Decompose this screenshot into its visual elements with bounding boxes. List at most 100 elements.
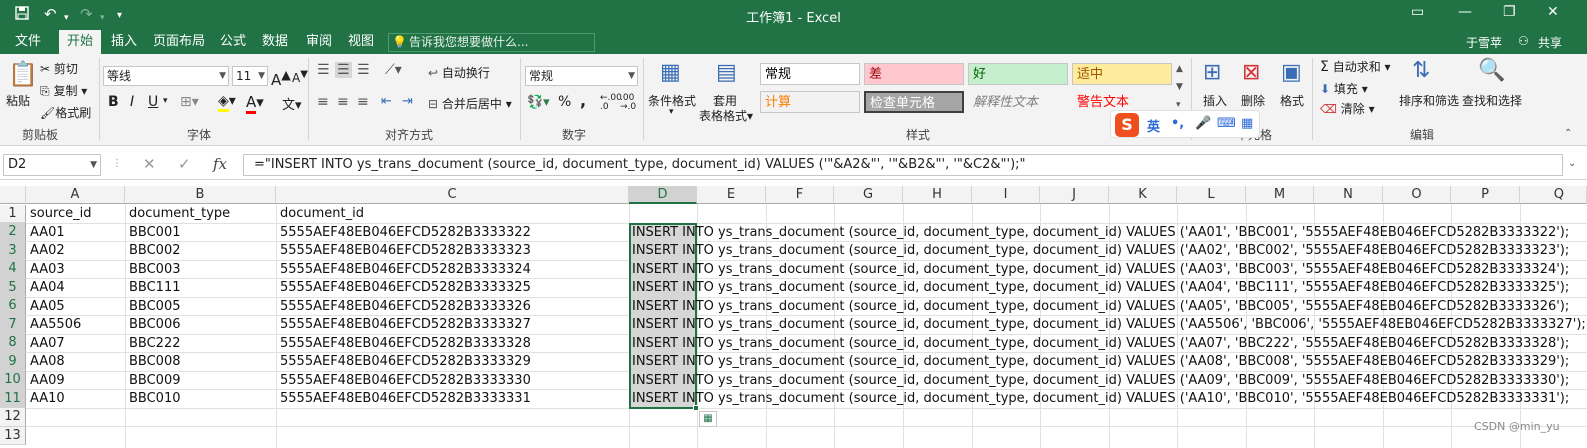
cell-a2[interactable]: AA01	[27, 224, 65, 242]
formula-input[interactable]: ="INSERT INTO ys_trans_document (source_…	[243, 154, 1563, 176]
ime-language-toggle[interactable]: 英	[1147, 116, 1160, 135]
cell-d10[interactable]: INSERT INTO ys_trans_document (source_id…	[632, 372, 1569, 390]
align-bottom-icon[interactable]: ☰	[357, 62, 370, 78]
tab-data[interactable]: 数据	[254, 30, 296, 54]
table-format-icon[interactable]: ▤	[716, 60, 737, 85]
row-header[interactable]: 5	[0, 278, 26, 297]
fill-color-icon[interactable]: ◈▾	[218, 93, 236, 112]
cell-c1[interactable]: document_id	[277, 205, 364, 223]
cancel-icon[interactable]: ✕	[143, 155, 156, 173]
save-icon[interactable]	[14, 5, 30, 25]
cell-d11[interactable]: INSERT INTO ys_trans_document (source_id…	[632, 390, 1569, 408]
column-header-q[interactable]: Q	[1520, 186, 1587, 204]
shrink-font-button[interactable]: A▼	[292, 69, 308, 85]
cell-b5[interactable]: BBC111	[126, 279, 181, 297]
cell-c4[interactable]: 5555AEF48EB046EFCD5282B3333324	[277, 261, 531, 279]
keyboard-icon[interactable]: ⌨	[1217, 116, 1236, 131]
sort-filter-icon[interactable]: ⇅	[1412, 58, 1430, 83]
cell-b4[interactable]: BBC003	[126, 261, 181, 279]
quick-analysis-icon[interactable]: ▦	[699, 411, 717, 427]
bold-button[interactable]: B	[108, 94, 119, 110]
column-header-g[interactable]: G	[834, 186, 903, 204]
merge-center-button[interactable]: ⊟ 合并后居中 ▾	[428, 95, 512, 112]
cell-c3[interactable]: 5555AEF48EB046EFCD5282B3333323	[277, 242, 531, 260]
font-size-select[interactable]: 11 ▼	[232, 66, 268, 86]
sort-filter-button[interactable]: 排序和筛选	[1399, 92, 1459, 109]
user-name[interactable]: 于雪苹	[1466, 34, 1502, 51]
format-cells-icon[interactable]: ▣	[1281, 60, 1302, 85]
cell-c5[interactable]: 5555AEF48EB046EFCD5282B3333325	[277, 279, 531, 297]
grid-icon[interactable]: ▦	[1241, 116, 1253, 131]
tab-review[interactable]: 审阅	[298, 30, 340, 54]
punctuation-toggle[interactable]: •,	[1171, 116, 1184, 131]
enter-icon[interactable]: ✓	[178, 155, 191, 173]
cell-c2[interactable]: 5555AEF48EB046EFCD5282B3333322	[277, 224, 531, 242]
copy-button[interactable]: ⎘ 复制 ▾	[40, 82, 87, 99]
redo-icon[interactable]: ↷	[80, 5, 93, 23]
cell-c6[interactable]: 5555AEF48EB046EFCD5282B3333326	[277, 298, 531, 316]
align-left-icon[interactable]: ≡	[317, 94, 329, 110]
cell-b6[interactable]: BBC005	[126, 298, 181, 316]
borders-icon[interactable]: ⊞▾	[180, 94, 199, 110]
column-header-m[interactable]: M	[1246, 186, 1314, 204]
autosum-button[interactable]: Σ 自动求和 ▾	[1320, 58, 1391, 75]
cell-d9[interactable]: INSERT INTO ys_trans_document (source_id…	[632, 353, 1569, 371]
column-header-b[interactable]: B	[125, 186, 276, 204]
cell-c11[interactable]: 5555AEF48EB046EFCD5282B3333331	[277, 390, 531, 408]
cell-a4[interactable]: AA03	[27, 261, 65, 279]
format-painter-button[interactable]: 🖌格式刷	[40, 104, 91, 121]
paste-button[interactable]: 粘贴	[6, 92, 30, 109]
cut-button[interactable]: ✂ 剪切	[40, 60, 78, 77]
row-header[interactable]: 7	[0, 315, 26, 334]
cell-c8[interactable]: 5555AEF48EB046EFCD5282B3333328	[277, 335, 531, 353]
tab-page-layout[interactable]: 页面布局	[145, 30, 213, 54]
cell-b1[interactable]: document_type	[126, 205, 230, 223]
style-calculation[interactable]: 计算	[760, 91, 860, 113]
close-icon[interactable]: ✕	[1547, 4, 1559, 20]
chevron-down-icon[interactable]: ▾	[163, 96, 168, 106]
cell-b9[interactable]: BBC008	[126, 353, 181, 371]
cell-c10[interactable]: 5555AEF48EB046EFCD5282B3333330	[277, 372, 531, 390]
conditional-format-icon[interactable]: ▦	[660, 60, 681, 85]
cell-d3[interactable]: INSERT INTO ys_trans_document (source_id…	[632, 242, 1569, 260]
row-header[interactable]: 1	[0, 204, 26, 223]
insert-cells-icon[interactable]: ⊞	[1203, 60, 1221, 85]
column-header-n[interactable]: N	[1314, 186, 1383, 204]
cell-a8[interactable]: AA07	[27, 335, 65, 353]
cell-a9[interactable]: AA08	[27, 353, 65, 371]
column-header-i[interactable]: I	[972, 186, 1040, 204]
column-header-p[interactable]: P	[1451, 186, 1520, 204]
row-header[interactable]: 13	[0, 426, 26, 445]
column-header-d[interactable]: D	[629, 186, 697, 204]
align-center-icon[interactable]: ≡	[337, 94, 349, 110]
row-header[interactable]: 4	[0, 260, 26, 279]
insert-function-icon[interactable]: fx	[213, 155, 227, 173]
sogou-logo-icon[interactable]: S	[1115, 113, 1139, 137]
column-header-k[interactable]: K	[1109, 186, 1177, 204]
tab-file[interactable]: 文件	[7, 30, 49, 54]
fill-button[interactable]: ⬇ 填充 ▾	[1320, 80, 1368, 97]
align-middle-icon[interactable]: ☰	[335, 62, 352, 78]
style-check-cell[interactable]: 检查单元格	[864, 91, 964, 113]
delete-cells-icon[interactable]: ⊠	[1242, 60, 1260, 85]
font-color-button[interactable]: A▾	[246, 93, 264, 114]
cell-a6[interactable]: AA05	[27, 298, 65, 316]
cell-b7[interactable]: BBC006	[126, 316, 181, 334]
row-header[interactable]: 2	[0, 223, 26, 242]
decrease-indent-icon[interactable]: ⇤	[381, 94, 392, 109]
undo-dropdown-icon[interactable]: ▾	[64, 9, 69, 27]
wrap-text-button[interactable]: ↩ 自动换行	[428, 64, 490, 81]
cell-b2[interactable]: BBC001	[126, 224, 181, 242]
percent-button[interactable]: %	[558, 94, 571, 110]
tab-view[interactable]: 视图	[340, 30, 382, 54]
tab-insert[interactable]: 插入	[103, 30, 145, 54]
ribbon-display-icon[interactable]: ▭	[1411, 4, 1424, 20]
row-header[interactable]: 6	[0, 297, 26, 316]
cell-a11[interactable]: AA10	[27, 390, 65, 408]
style-neutral[interactable]: 适中	[1072, 63, 1172, 85]
row-header[interactable]: 10	[0, 371, 26, 390]
phonetic-button[interactable]: 文▾	[282, 94, 302, 113]
align-top-icon[interactable]: ☰	[317, 62, 330, 78]
cell-a5[interactable]: AA04	[27, 279, 65, 297]
cell-b3[interactable]: BBC002	[126, 242, 181, 260]
